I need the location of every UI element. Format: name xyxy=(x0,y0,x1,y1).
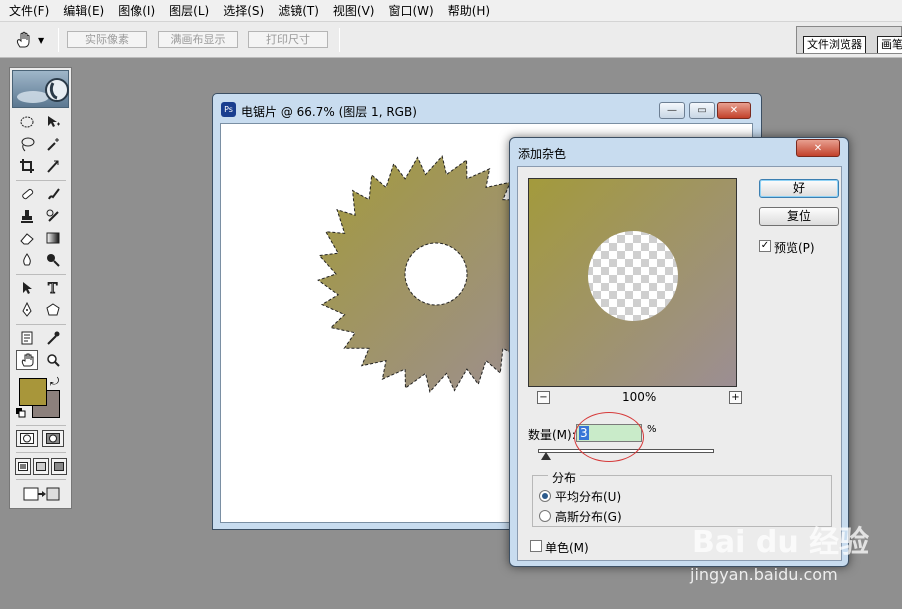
type-tool-icon[interactable]: T xyxy=(42,278,64,298)
print-size-button[interactable]: 打印尺寸 xyxy=(248,31,328,48)
palette-well: 文件浏览器 画笔 xyxy=(796,26,902,54)
notes-tool-icon[interactable] xyxy=(16,328,38,348)
marquee-tool-icon[interactable] xyxy=(16,112,38,132)
dialog-title: 添加杂色 xyxy=(518,147,567,161)
toolbox-separator xyxy=(16,324,66,325)
fit-on-screen-button[interactable]: 满画布显示 xyxy=(158,31,238,48)
toolbox-logo[interactable] xyxy=(12,70,69,108)
document-icon: Ps xyxy=(221,102,236,117)
options-bar: ▼ 实际像素 满画布显示 打印尺寸 xyxy=(0,22,902,58)
menu-view[interactable]: 视图(V) xyxy=(326,0,382,22)
watermark-url: jingyan.baidu.com xyxy=(690,565,838,584)
quick-mask-button[interactable] xyxy=(42,430,64,447)
options-separator xyxy=(58,28,59,52)
toolbox-separator xyxy=(16,274,66,275)
move-tool-icon[interactable] xyxy=(42,112,64,132)
default-colors-icon[interactable] xyxy=(16,407,26,421)
screen-mode-full-button[interactable] xyxy=(51,458,67,475)
slice-tool-icon[interactable] xyxy=(42,156,64,176)
toolbox-separator xyxy=(16,452,66,453)
preview-checkbox-label: 预览(P) xyxy=(774,241,815,255)
saw-blade-center-hole xyxy=(404,242,468,306)
menu-edit[interactable]: 编辑(E) xyxy=(56,0,111,22)
tab-file-browser[interactable]: 文件浏览器 xyxy=(803,36,866,53)
options-separator xyxy=(339,28,340,52)
menu-bar: 文件(F) 编辑(E) 图像(I) 图层(L) 选择(S) 滤镜(T) 视图(V… xyxy=(0,0,902,22)
noise-preview[interactable] xyxy=(528,178,737,387)
eyedropper-icon[interactable] xyxy=(42,328,64,348)
toolbox-separator xyxy=(16,425,66,426)
blur-tool-icon[interactable] xyxy=(16,250,38,270)
magic-wand-icon[interactable] xyxy=(42,134,64,154)
zoom-out-button[interactable]: − xyxy=(537,391,550,404)
history-brush-icon[interactable] xyxy=(42,206,64,226)
gaussian-radio-label: 高斯分布(G) xyxy=(555,510,622,524)
dodge-tool-icon[interactable] xyxy=(42,250,64,270)
gradient-tool-icon[interactable] xyxy=(42,228,64,248)
preview-zoom-level: 100% xyxy=(622,390,657,404)
screen-mode-menu-button[interactable] xyxy=(33,458,49,475)
zoom-in-button[interactable]: + xyxy=(729,391,742,404)
close-button[interactable]: ✕ xyxy=(717,102,751,119)
amount-slider-thumb[interactable] xyxy=(541,452,551,460)
gaussian-radio[interactable] xyxy=(539,510,551,522)
maximize-button[interactable]: ▭ xyxy=(689,102,715,119)
preview-image xyxy=(529,179,736,386)
hand-tool-preset-icon[interactable]: ▼ xyxy=(14,29,50,51)
jump-to-imageready-icon[interactable] xyxy=(20,484,62,504)
crop-tool-icon[interactable] xyxy=(16,156,38,176)
toolbox-separator xyxy=(16,180,66,181)
menu-help[interactable]: 帮助(H) xyxy=(441,0,497,22)
hand-tool-icon[interactable] xyxy=(16,350,38,370)
add-noise-dialog: 添加杂色 ✕ − 100% + 好 复位 ✓ 预览(P) 数量(M): 3 % … xyxy=(509,137,849,567)
preview-checkbox[interactable]: ✓ xyxy=(759,240,771,252)
monochrome-checkbox-label: 单色(M) xyxy=(545,541,589,555)
shape-tool-icon[interactable] xyxy=(42,300,64,320)
dialog-body: − 100% + 好 复位 ✓ 预览(P) 数量(M): 3 % 分布 平均分布… xyxy=(517,166,842,561)
watermark-brand: Bai du 经验 xyxy=(692,525,870,560)
standard-mode-button[interactable] xyxy=(16,430,38,447)
eraser-tool-icon[interactable] xyxy=(16,228,38,248)
amount-unit: % xyxy=(647,424,657,435)
ok-button[interactable]: 好 xyxy=(759,179,839,198)
distribution-label: 分布 xyxy=(548,469,581,486)
amount-label: 数量(M): xyxy=(528,428,576,442)
menu-window[interactable]: 窗口(W) xyxy=(381,0,440,22)
monochrome-checkbox[interactable] xyxy=(530,540,542,552)
highlight-circle xyxy=(574,412,644,462)
actual-pixels-button[interactable]: 实际像素 xyxy=(67,31,147,48)
preview-transparent-hole xyxy=(588,231,678,321)
screen-mode-standard-button[interactable] xyxy=(15,458,31,475)
swap-colors-icon[interactable]: ⤾ xyxy=(50,375,59,389)
reset-button[interactable]: 复位 xyxy=(759,207,839,226)
toolbox-separator xyxy=(16,479,66,480)
uniform-radio-label: 平均分布(U) xyxy=(555,490,622,504)
document-title: 电锯片 @ 66.7% (图层 1, RGB) xyxy=(241,105,417,119)
zoom-tool-icon[interactable] xyxy=(42,350,64,370)
clone-stamp-icon[interactable] xyxy=(16,206,38,226)
path-selection-icon[interactable] xyxy=(16,278,38,298)
dialog-close-button[interactable]: ✕ xyxy=(796,139,840,157)
foreground-color-swatch[interactable] xyxy=(19,378,47,406)
pen-tool-icon[interactable] xyxy=(16,300,38,320)
menu-filter[interactable]: 滤镜(T) xyxy=(271,0,326,22)
menu-file[interactable]: 文件(F) xyxy=(2,0,56,22)
minimize-button[interactable]: — xyxy=(659,102,685,119)
healing-brush-icon[interactable] xyxy=(16,184,38,204)
menu-layer[interactable]: 图层(L) xyxy=(162,0,216,22)
tab-brushes[interactable]: 画笔 xyxy=(877,36,902,53)
uniform-radio[interactable] xyxy=(539,490,551,502)
menu-image[interactable]: 图像(I) xyxy=(111,0,162,22)
toolbox: T ⤾ xyxy=(9,67,72,509)
brush-tool-icon[interactable] xyxy=(42,184,64,204)
menu-select[interactable]: 选择(S) xyxy=(216,0,271,22)
lasso-tool-icon[interactable] xyxy=(16,134,38,154)
svg-text:T: T xyxy=(48,281,58,296)
